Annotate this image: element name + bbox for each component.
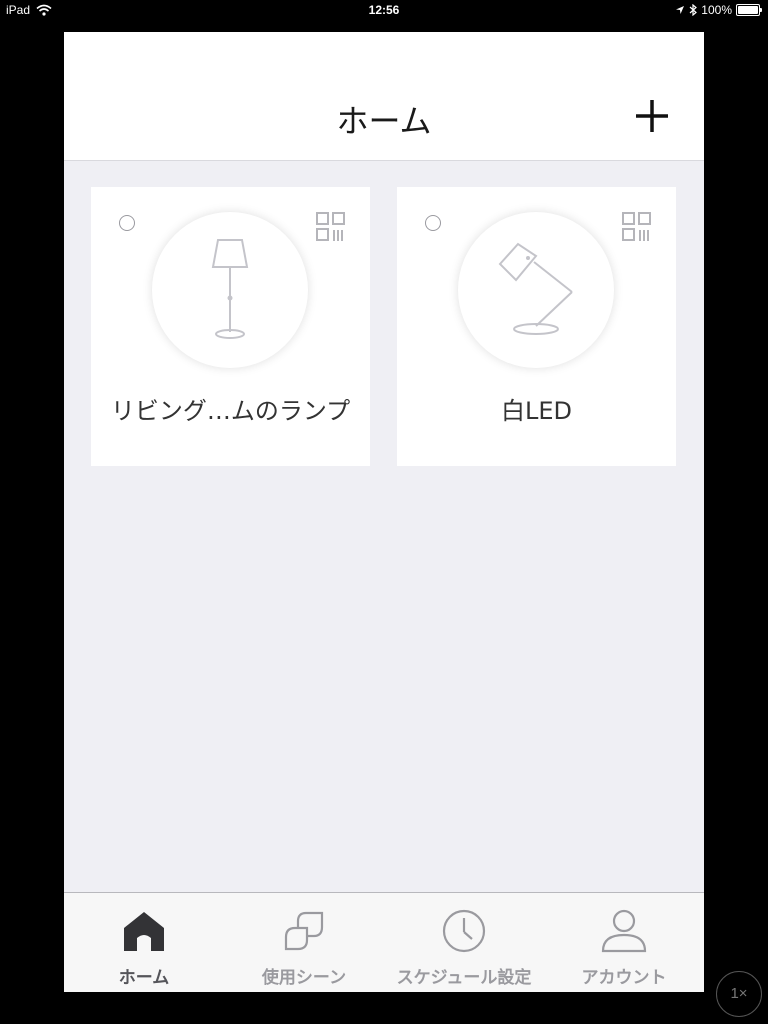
battery-percent: 100% [701, 3, 732, 17]
tab-schedule[interactable]: スケジュール設定 [384, 893, 544, 992]
floor-lamp-icon [211, 239, 249, 339]
qr-code-icon[interactable] [315, 211, 347, 243]
bluetooth-icon [689, 4, 698, 16]
status-time: 12:56 [368, 3, 400, 17]
status-right: 100% [675, 3, 762, 17]
tab-scenes[interactable]: 使用シーン [224, 893, 384, 992]
home-icon [124, 912, 164, 951]
scenes-icon [284, 911, 324, 951]
device-name: リビング…ムのランプ [110, 397, 351, 425]
select-radio[interactable] [425, 215, 441, 231]
device-image-circle [152, 212, 308, 368]
tab-label: アカウント [581, 968, 667, 988]
desk-lamp-icon [498, 242, 573, 335]
page-title: ホーム [336, 102, 432, 140]
clock-icon [442, 909, 486, 953]
plus-icon[interactable] [630, 94, 674, 138]
qr-code-icon[interactable] [621, 211, 653, 243]
device-card[interactable]: 白LED [397, 187, 676, 466]
tab-home[interactable]: ホーム [64, 893, 224, 992]
select-radio[interactable] [119, 215, 135, 231]
tab-account[interactable]: アカウント [544, 893, 704, 992]
device-name: 白LED [500, 397, 572, 425]
navigation-bar: ホーム [64, 32, 704, 161]
device-image-circle [458, 212, 614, 368]
status-bar: iPad 12:56 100% [0, 0, 768, 22]
zoom-button[interactable]: 1× [716, 971, 762, 1017]
tab-label: 使用シーン [261, 968, 347, 988]
battery-icon [736, 4, 762, 16]
tab-label: ホーム [118, 968, 170, 988]
app-window: ホーム リビング…ムのランプ 白LED ホーム 使用シーン スケジュール設定 ア… [64, 32, 704, 992]
device-card[interactable]: リビング…ムのランプ [91, 187, 370, 466]
tab-label: スケジュール設定 [396, 968, 532, 988]
tab-bar: ホーム 使用シーン スケジュール設定 アカウント [64, 892, 704, 992]
location-icon [676, 6, 685, 14]
person-icon [601, 909, 647, 953]
